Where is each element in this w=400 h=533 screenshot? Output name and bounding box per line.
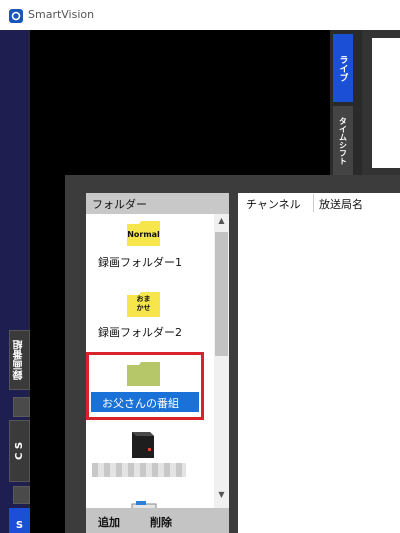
- folder-item-label[interactable]: 録画フォルダー2: [98, 324, 182, 340]
- folder-omakase-icon[interactable]: おま かせ: [127, 292, 160, 317]
- tab-timeshift[interactable]: タイムシフト: [333, 106, 353, 176]
- add-folder-button[interactable]: 追加: [98, 514, 120, 530]
- folder-normal-icon[interactable]: Normal: [127, 221, 160, 246]
- app-logo-icon: [9, 8, 23, 23]
- video-viewport: [30, 30, 330, 175]
- folder-normal-text: Normal: [127, 230, 160, 239]
- folder-omakase-text-2: かせ: [136, 304, 151, 312]
- side-panel-content: [372, 38, 400, 168]
- hdd-drive-icon[interactable]: [128, 428, 158, 458]
- tab-cs[interactable]: C S: [9, 420, 30, 482]
- folder-list-header: フォルダー: [86, 193, 229, 214]
- tab-live[interactable]: ライブ: [333, 34, 353, 102]
- channel-list: [238, 193, 400, 533]
- folder-omakase-text-1: おま: [136, 295, 151, 303]
- folder-item-label[interactable]: 録画フォルダー1: [98, 254, 182, 270]
- tab-bs[interactable]: S: [9, 508, 30, 533]
- highlight-box: [86, 352, 204, 420]
- tab-recorded-programs[interactable]: 録画番組: [9, 330, 30, 390]
- device-icon[interactable]: [130, 497, 158, 513]
- column-header-channel[interactable]: チャンネル: [246, 196, 301, 212]
- window-title: SmartVision: [28, 8, 95, 21]
- side-tab-small-2[interactable]: [13, 486, 30, 504]
- column-divider[interactable]: [313, 194, 314, 212]
- scroll-up-icon[interactable]: ▲: [214, 216, 229, 230]
- scroll-down-icon[interactable]: ▼: [214, 490, 229, 504]
- delete-folder-button[interactable]: 削除: [150, 514, 172, 530]
- side-tab-small-1[interactable]: [13, 397, 30, 417]
- video-viewport-lower: [30, 175, 65, 533]
- column-header-station[interactable]: 放送局名: [319, 196, 363, 212]
- scrollbar-thumb[interactable]: [215, 232, 228, 356]
- blurred-drive-label: [92, 463, 186, 477]
